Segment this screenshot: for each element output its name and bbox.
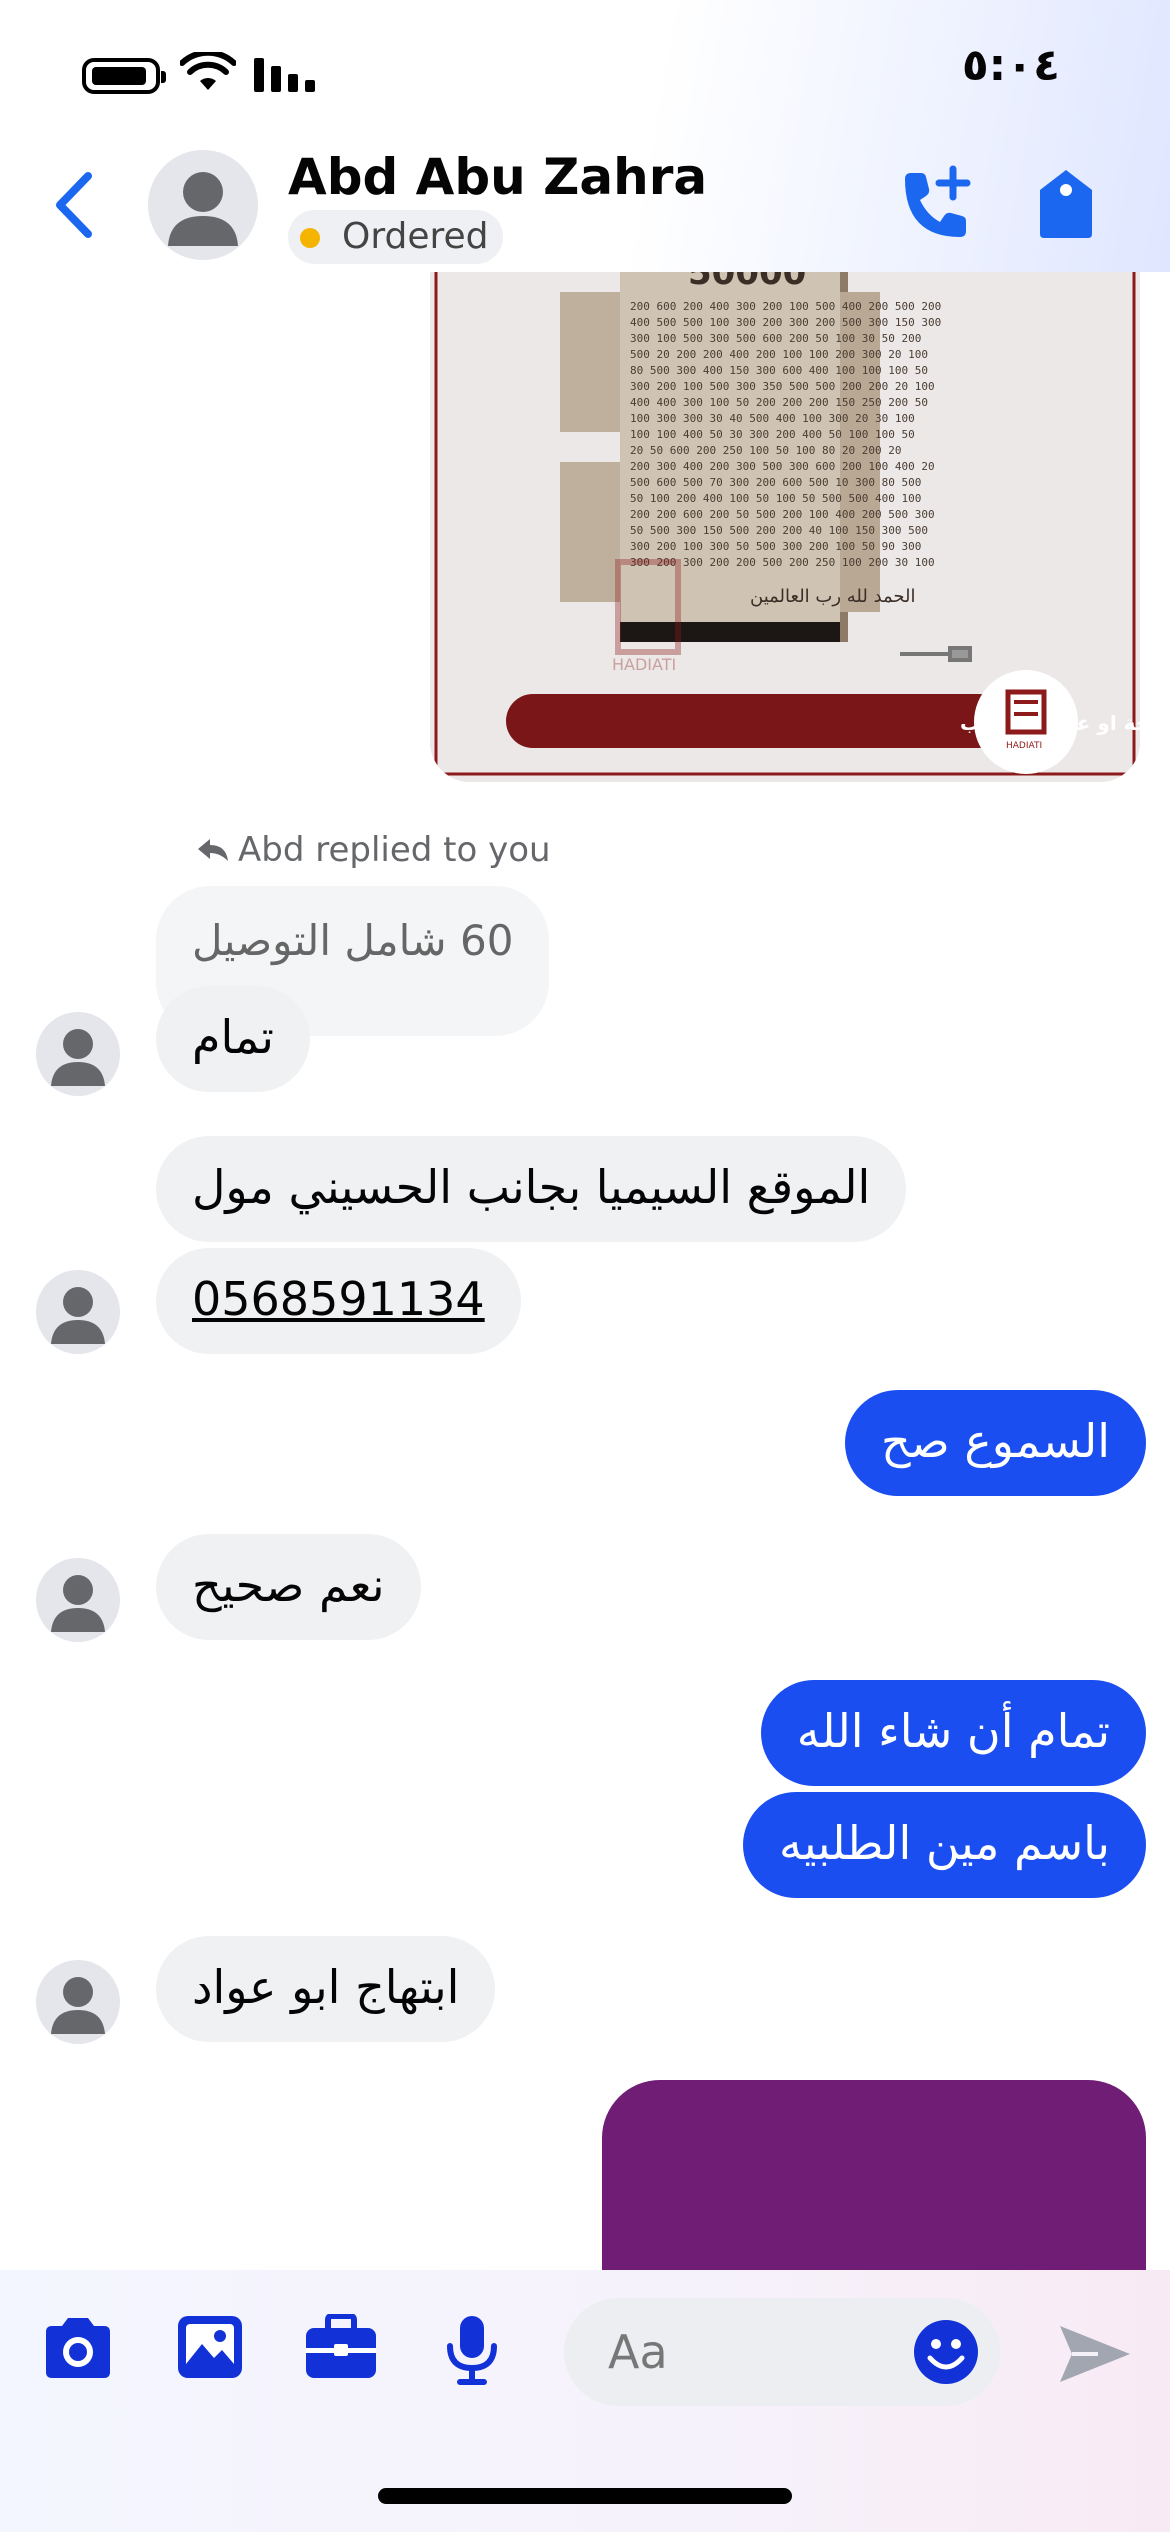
contact-name[interactable]: Abd Abu Zahra [288,148,707,206]
box-footer-text: الحمد لله رب العالمين [750,586,916,607]
svg-text:400 500 500 100 300 200 300 20: 400 500 500 100 300 200 300 200 500 300 … [630,316,941,329]
svg-text:300 100 500 300 500 600 200 5: 300 100 500 300 500 600 200 50 100 30 50… [630,332,921,345]
svg-text:200 200 600 200 50 500 200 10: 200 200 600 200 50 500 200 100 400 200 5… [630,508,935,521]
sender-avatar[interactable] [36,1270,120,1354]
svg-text:400 400 300 100 50 200 200 20: 400 400 300 100 50 200 200 200 150 250 2… [630,396,928,409]
svg-text:500 600 500 70 300 200 600 50: 500 600 500 70 300 200 600 500 10 300 80… [630,476,921,489]
person-icon [51,1977,105,2034]
svg-text:HADIATI: HADIATI [612,655,676,674]
send-icon[interactable] [1058,2322,1132,2386]
product-photo: 50000 200 600 200 400 300 200 100 500 40… [430,272,1140,782]
call-add-icon[interactable] [895,165,973,243]
box-headline: 50000 [688,272,806,293]
emoji-icon[interactable] [912,2318,980,2386]
home-indicator[interactable] [378,2488,792,2504]
svg-text:500 20 200 200 400 200 100 10: 500 20 200 200 400 200 100 100 200 300 2… [630,348,928,361]
gallery-icon[interactable] [176,2314,244,2380]
message-bubble-outgoing[interactable]: باسم مين الطلبيه [743,1792,1146,1898]
message-bubble-incoming[interactable]: تمام [156,986,310,1092]
svg-text:20 50 600 200 250 100 50 100: 20 50 600 200 250 100 50 100 80 20 200 2… [630,444,902,457]
phone-number-link[interactable]: 0568591134 [192,1272,485,1326]
header: ٥:٠٤ Abd Abu Zahra Ordered [0,0,1170,272]
svg-text:200 300 400 200 300 500 300 60: 200 300 400 200 300 500 300 600 200 100 … [630,460,935,473]
status-dot [300,228,320,248]
svg-text:300 200 100 300 50 500 300 20: 300 200 100 300 50 500 300 200 100 50 90… [630,540,921,553]
order-status-label: Ordered [342,216,489,257]
person-icon [51,1287,105,1344]
svg-text:50 100 200 400 100 50 100 50: 50 100 200 400 100 50 100 50 500 500 400… [630,492,921,505]
svg-text:200 600 200 400 300 200 100 50: 200 600 200 400 300 200 100 500 400 200 … [630,300,941,313]
svg-text:300 200 100 500 300 350 500 50: 300 200 100 500 300 350 500 500 200 200 … [630,380,935,393]
battery-icon [82,58,166,94]
svg-text:80 500 300 400 150 300 600 400: 80 500 300 400 150 300 600 400 100 100 1… [630,364,928,377]
wifi-icon [180,52,236,90]
tag-icon[interactable] [1030,168,1102,240]
reply-icon [198,839,228,861]
svg-text:50 500 300 150 500 200 200 40: 50 500 300 150 500 200 200 40 100 150 30… [630,524,928,537]
message-bubble-incoming[interactable]: ابتهاج ابو عواد [156,1936,496,2042]
message-bubble-outgoing[interactable]: تمام أن شاء الله [760,1680,1146,1786]
sender-avatar[interactable] [36,1012,120,1096]
person-icon [51,1029,105,1086]
camera-icon[interactable] [40,2314,116,2380]
briefcase-icon[interactable] [304,2314,378,2380]
svg-text:100 100 400 50 30 300 200 40: 100 100 400 50 30 300 200 400 50 100 100… [630,428,915,441]
order-status-badge[interactable]: Ordered [288,210,503,264]
phone-message-bubble[interactable]: 0568591134 [156,1248,521,1354]
sender-avatar[interactable] [36,1960,120,2044]
status-time: ٥:٠٤ [961,40,1060,91]
sender-avatar[interactable] [36,1558,120,1642]
outgoing-media-card[interactable] [602,2080,1146,2270]
signal-icon [254,58,315,92]
message-bubble-incoming[interactable]: نعم صحيح [156,1534,421,1640]
contact-avatar[interactable] [148,150,258,260]
back-button[interactable] [50,170,100,240]
message-bubble-outgoing[interactable]: السموع صح [844,1390,1146,1496]
person-icon [168,172,238,246]
message-bubble-incoming[interactable]: الموقع السيميا بجانب الحسيني مول [156,1136,907,1242]
person-icon [51,1575,105,1632]
svg-text:HADIATI: HADIATI [1006,741,1042,751]
conversation[interactable]: 50000 200 600 200 400 300 200 100 500 40… [0,272,1170,2270]
product-image-message[interactable]: 50000 200 600 200 400 300 200 100 500 40… [430,272,1140,782]
reply-note: Abd replied to you [196,830,551,870]
svg-text:100 300 300 30 40 500 400 10: 100 300 300 30 40 500 400 100 300 20 30 … [630,412,915,425]
microphone-icon[interactable] [444,2314,500,2386]
